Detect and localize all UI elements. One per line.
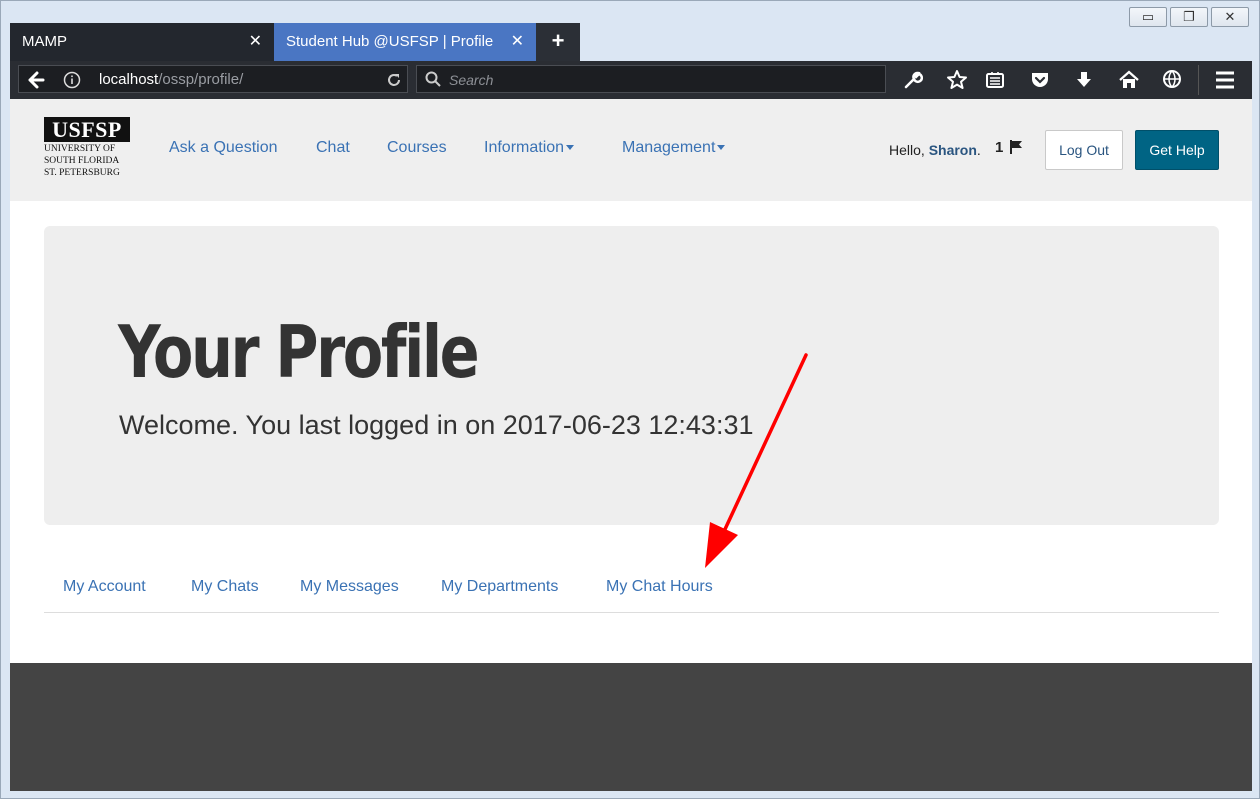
toolbar-divider	[1198, 65, 1199, 95]
download-icon[interactable]	[1074, 70, 1094, 90]
url-text[interactable]: localhost/ossp/profile/	[99, 71, 243, 88]
log-out-button[interactable]: Log Out	[1045, 130, 1123, 170]
new-tab-button[interactable]: +	[536, 23, 580, 61]
reload-icon[interactable]	[385, 71, 403, 89]
profile-tabs: My Account My Chats My Messages My Depar…	[44, 564, 1219, 613]
nav-ask-a-question[interactable]: Ask a Question	[169, 139, 278, 157]
nav-management[interactable]: Management	[622, 139, 726, 157]
logo-line-1: UNIVERSITY OF	[44, 144, 116, 154]
logo-line-3: ST. PETERSBURG	[44, 168, 120, 178]
tab-my-departments[interactable]: My Departments	[441, 578, 558, 596]
title-bar: ▭ ❐ ✕	[1, 1, 1259, 27]
greeting-period: .	[976, 142, 981, 158]
profile-jumbotron: Your Profile Welcome. You last logged in…	[44, 226, 1219, 525]
globe-icon[interactable]	[1162, 69, 1184, 91]
nav-chat[interactable]: Chat	[316, 139, 350, 157]
nav-information-label: Information	[484, 139, 565, 156]
nav-courses[interactable]: Courses	[387, 139, 447, 157]
tab-label: MAMP	[22, 33, 67, 50]
tab-my-account[interactable]: My Account	[63, 578, 146, 596]
tab-student-hub[interactable]: Student Hub @USFSP | Profile ✕	[274, 23, 536, 61]
caret-down-icon	[566, 145, 575, 151]
flag-counter[interactable]: 1	[995, 139, 1023, 156]
flag-icon	[1009, 140, 1022, 154]
caret-down-icon	[717, 145, 726, 151]
close-tab-icon[interactable]: ✕	[249, 23, 262, 61]
greeting-text: Hello,	[889, 142, 929, 158]
logo-line-2: SOUTH FLORIDA	[44, 156, 120, 166]
search-icon	[425, 71, 441, 87]
usfsp-logo[interactable]: USFSP UNIVERSITY OF SOUTH FLORIDA ST. PE…	[44, 117, 134, 181]
browser-window: ▭ ❐ ✕ MAMP ✕ Student Hub @USFSP | Profil…	[0, 0, 1260, 799]
reading-list-icon[interactable]	[985, 70, 1005, 90]
url-path: /ossp/profile/	[158, 71, 244, 88]
nav-information[interactable]: Information	[484, 139, 575, 157]
user-name[interactable]: Sharon	[929, 142, 977, 158]
browser-toolbar: localhost/ossp/profile/	[10, 61, 1252, 99]
home-icon[interactable]	[1118, 69, 1140, 91]
tab-bar: MAMP ✕ Student Hub @USFSP | Profile ✕ +	[10, 23, 1252, 61]
user-greeting: Hello, Sharon.	[889, 142, 981, 158]
site-header: USFSP UNIVERSITY OF SOUTH FLORIDA ST. PE…	[10, 99, 1252, 201]
tab-my-messages[interactable]: My Messages	[300, 578, 399, 596]
search-input[interactable]	[447, 70, 871, 90]
info-icon[interactable]	[63, 71, 81, 89]
site-footer	[10, 663, 1252, 791]
welcome-message: Welcome. You last logged in on 2017-06-2…	[119, 410, 754, 440]
get-help-button[interactable]: Get Help	[1135, 130, 1219, 170]
tab-my-chat-hours[interactable]: My Chat Hours	[606, 578, 713, 596]
page-title: Your Profile	[118, 310, 480, 394]
logo-mark: USFSP	[44, 117, 130, 142]
url-bar[interactable]: localhost/ossp/profile/	[18, 65, 408, 93]
wrench-icon[interactable]	[903, 70, 923, 90]
page-content: USFSP UNIVERSITY OF SOUTH FLORIDA ST. PE…	[10, 99, 1252, 791]
url-host: localhost	[99, 71, 159, 88]
back-arrow-icon[interactable]	[27, 71, 45, 89]
search-bar[interactable]	[416, 65, 886, 93]
menu-icon[interactable]	[1214, 70, 1236, 90]
tab-my-chats[interactable]: My Chats	[191, 578, 259, 596]
flag-count: 1	[995, 139, 1004, 156]
close-tab-icon[interactable]: ✕	[511, 23, 524, 61]
tab-label: Student Hub @USFSP | Profile	[286, 33, 494, 50]
bookmark-star-icon[interactable]	[946, 69, 968, 91]
pocket-icon[interactable]	[1030, 70, 1050, 90]
nav-management-label: Management	[622, 139, 716, 156]
tab-mamp[interactable]: MAMP ✕	[10, 23, 274, 61]
